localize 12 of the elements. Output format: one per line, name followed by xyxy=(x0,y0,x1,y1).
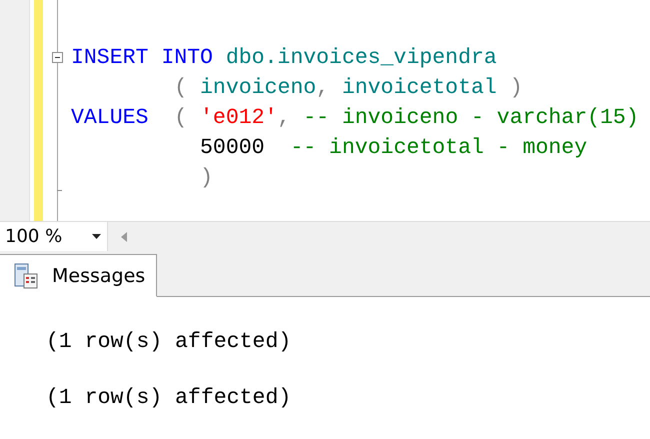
caret-icon xyxy=(92,234,101,240)
zoom-dropdown[interactable]: 100 % xyxy=(0,222,108,252)
message-text: (1 row(s) affected) xyxy=(46,329,292,356)
collapse-icon[interactable] xyxy=(52,52,63,63)
messages-tab[interactable]: Messages xyxy=(0,254,157,297)
code-line: ) xyxy=(199,165,214,192)
messages-icon xyxy=(14,262,40,288)
code-line: 50000 -- invoicetotal - money xyxy=(199,135,588,162)
code-line: VALUES ( 'e012', -- invoiceno - varchar(15) xyxy=(71,105,639,132)
code-line: INSERT INTO dbo.invoices_vipendra xyxy=(71,45,498,72)
message-text: (1 row(s) affected) xyxy=(46,385,292,412)
code-line: ( invoiceno, invoicetotal ) xyxy=(173,75,524,102)
